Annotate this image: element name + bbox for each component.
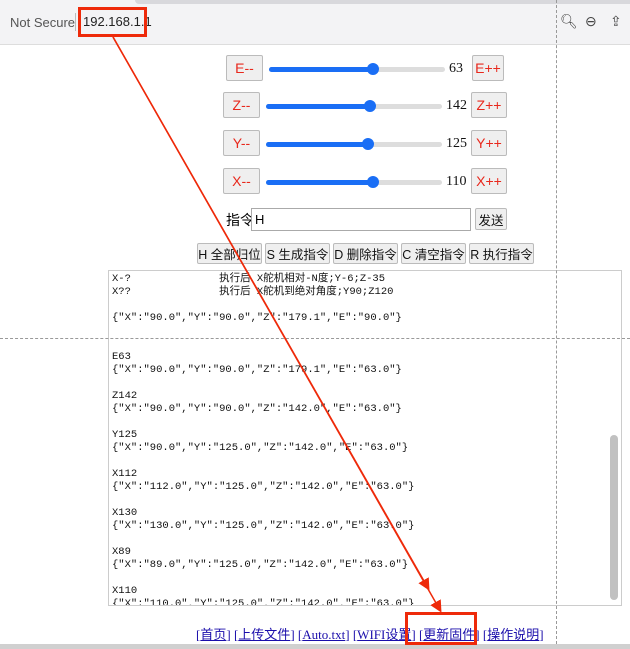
annotation-arrows (112, 36, 442, 613)
arrow-to-log-end (112, 36, 430, 591)
